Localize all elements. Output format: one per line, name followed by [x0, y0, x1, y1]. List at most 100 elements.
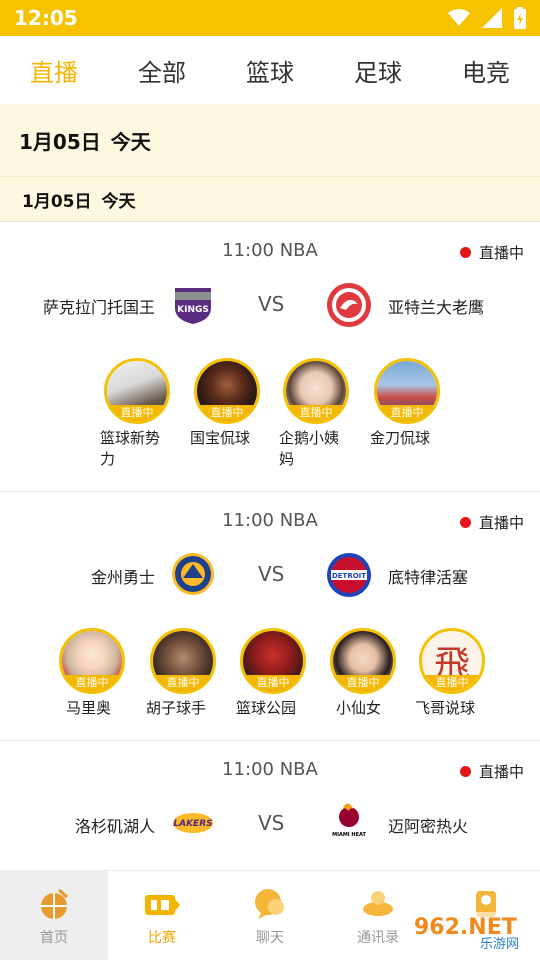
streamer-name: 篮球新势力: [100, 429, 161, 468]
streamer-name: 国宝侃球: [190, 429, 251, 447]
match-card[interactable]: 11:00 NBA 直播中 萨克拉门托国王 KINGS VS 亚特兰大老鹰 直播…: [0, 222, 540, 492]
hawks-logo-icon: [327, 283, 371, 327]
lakers-logo-icon: LAKERS: [173, 813, 213, 833]
home-team-name[interactable]: 金州勇士: [91, 564, 155, 588]
status-time: 12:05: [14, 6, 78, 30]
nav-match[interactable]: 比赛: [108, 871, 216, 960]
tab-football[interactable]: 足球: [324, 53, 432, 88]
date-subheader: 1月05日 今天: [0, 176, 540, 222]
home-team-name[interactable]: 洛杉矶湖人: [75, 813, 155, 837]
streamer-item[interactable]: 直播中 企鹅小姨妈: [279, 358, 353, 470]
streamer-item[interactable]: 直播中 胡子球手: [146, 628, 220, 719]
nav-home[interactable]: 首页: [0, 871, 108, 960]
svg-text:DETROIT: DETROIT: [332, 572, 366, 580]
streamer-name: 胡子球手: [146, 699, 207, 717]
streamer-list: 直播中 篮球新势力 直播中 国宝侃球 直播中 企鹅小姨妈 直播中 金刀侃球: [0, 358, 540, 468]
avatar: 直播中: [330, 628, 396, 694]
live-tag: 直播中: [243, 675, 303, 691]
warriors-logo-icon: [172, 553, 214, 595]
vs-label: VS: [258, 811, 285, 835]
status-icons: [448, 7, 526, 29]
streamer-name: 企鹅小姨妈: [279, 429, 340, 468]
live-dot-icon: [459, 766, 471, 777]
tab-all[interactable]: 全部: [108, 53, 216, 88]
live-tag: 直播中: [333, 675, 393, 691]
live-tag: 直播中: [62, 675, 122, 691]
svg-text:MIAMI HEAT: MIAMI HEAT: [332, 832, 366, 838]
svg-text:LAKERS: LAKERS: [173, 819, 212, 829]
teams-row: 萨克拉门托国王 KINGS VS 亚特兰大老鹰: [0, 280, 540, 330]
away-team-name[interactable]: 亚特兰大老鹰: [388, 294, 484, 318]
streamer-name: 小仙女: [336, 699, 382, 717]
category-tabs: 直播 全部 篮球 足球 电竞: [0, 36, 540, 104]
home-team-name[interactable]: 萨克拉门托国王: [43, 294, 155, 318]
signal-icon: [482, 8, 502, 28]
streamer-item[interactable]: 直播中 金刀侃球: [370, 358, 444, 449]
live-dot-icon: [459, 517, 471, 528]
streamer-item[interactable]: 直播中 马里奥: [55, 628, 129, 719]
nav-match-label: 比赛: [148, 930, 176, 946]
avatar: 直播中: [283, 358, 349, 424]
avatar: 直播中: [374, 358, 440, 424]
watermark-logo: 962.NET 乐游网: [404, 908, 534, 954]
live-tag: 直播中: [286, 405, 346, 421]
live-tag: 直播中: [377, 405, 437, 421]
live-tag: 直播中: [153, 675, 213, 691]
streamer-name: 飞哥说球: [415, 699, 476, 717]
contacts-icon: [363, 891, 393, 916]
live-dot-icon: [459, 247, 471, 258]
nav-home-label: 首页: [40, 930, 68, 946]
svg-text:乐游网: 乐游网: [480, 937, 519, 952]
streamer-name: 金刀侃球: [370, 429, 431, 447]
date-header: 1月05日 今天: [0, 104, 540, 176]
avatar: 飛 直播中: [419, 628, 485, 694]
live-status: 直播中: [459, 761, 524, 782]
teams-row: 金州勇士 VS DETROIT 底特律活塞: [0, 550, 540, 600]
watermark-962-icon: 962.NET 乐游网: [406, 912, 532, 952]
pistons-logo-icon: DETROIT: [327, 553, 371, 597]
nav-chat[interactable]: 聊天: [216, 871, 324, 960]
streamer-item[interactable]: 直播中 篮球新势力: [100, 358, 174, 470]
tab-esports[interactable]: 电竞: [432, 53, 540, 88]
avatar: 直播中: [150, 628, 216, 694]
streamer-item[interactable]: 飛 直播中 飞哥说球: [415, 628, 489, 719]
avatar: 直播中: [240, 628, 306, 694]
live-tag: 直播中: [107, 405, 167, 421]
home-basketball-icon: [41, 888, 68, 919]
svg-text:KINGS: KINGS: [177, 305, 209, 315]
match-ticket-icon: [145, 895, 180, 915]
chat-bubble-icon: [255, 889, 284, 919]
away-team-name[interactable]: 迈阿密热火: [388, 813, 468, 837]
date-sub-date: 1月05日: [22, 191, 92, 212]
avatar: 直播中: [59, 628, 125, 694]
live-status-label: 直播中: [478, 763, 524, 781]
streamer-item[interactable]: 直播中 小仙女: [326, 628, 400, 719]
status-bar: 12:05: [0, 0, 540, 36]
live-status: 直播中: [459, 242, 524, 263]
heat-logo-icon: MIAMI HEAT: [332, 803, 366, 841]
match-card[interactable]: 11:00 NBA 直播中 洛杉矶湖人 LAKERS VS MIAMI HEAT…: [0, 741, 540, 870]
date-header-date: 1月05日: [19, 129, 101, 154]
tab-basketball[interactable]: 篮球: [216, 53, 324, 88]
vs-label: VS: [258, 292, 285, 316]
battery-icon: [514, 7, 526, 29]
streamer-name: 篮球公园: [236, 699, 297, 717]
live-status-label: 直播中: [478, 244, 524, 262]
away-team-name[interactable]: 底特律活塞: [388, 564, 468, 588]
date-sub-day: 今天: [101, 191, 136, 212]
streamer-name: 马里奥: [66, 699, 112, 717]
match-card[interactable]: 11:00 NBA 直播中 金州勇士 VS DETROIT 底特律活塞 直播中 …: [0, 492, 540, 741]
avatar: 直播中: [104, 358, 170, 424]
nav-contacts-label: 通讯录: [357, 930, 399, 946]
live-tag: 直播中: [197, 405, 257, 421]
streamer-item[interactable]: 直播中 国宝侃球: [190, 358, 264, 449]
nav-chat-label: 聊天: [256, 930, 284, 946]
teams-row: 洛杉矶湖人 LAKERS VS MIAMI HEAT 迈阿密热火: [0, 799, 540, 849]
streamer-item[interactable]: 直播中 篮球公园: [236, 628, 310, 719]
streamer-list: 直播中 马里奥 直播中 胡子球手 直播中 篮球公园 直播中 小仙女 飛 直播中 …: [0, 628, 540, 738]
tab-live[interactable]: 直播: [0, 53, 108, 88]
wifi-icon: [448, 9, 470, 26]
kings-logo-icon: KINGS: [175, 288, 211, 324]
date-header-day: 今天: [110, 129, 151, 154]
vs-label: VS: [258, 562, 285, 586]
